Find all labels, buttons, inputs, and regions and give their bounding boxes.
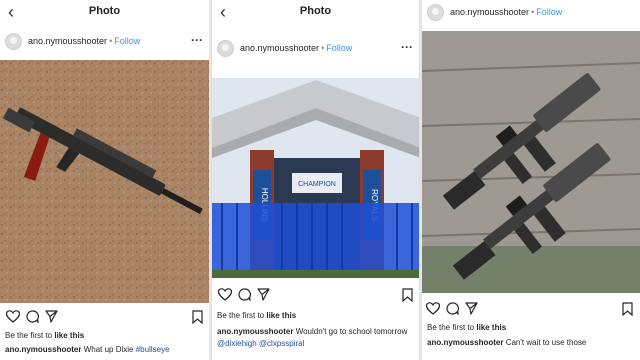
school-entrance-image: HOLLINS ROYALS CHAMPION [212,78,419,278]
caption-text: Can't wait to use those [505,338,587,347]
caption: ano.nymousshooter Can't wait to use thos… [427,337,636,349]
bookmark-icon[interactable] [192,310,203,324]
username[interactable]: ano.nymousshooter [28,36,107,46]
likes-text: Be the first to like this [217,311,297,320]
top-bar: ‹ Photo [0,0,209,24]
comment-icon[interactable] [238,288,251,301]
more-options-icon[interactable]: ··· [191,33,203,47]
caption-text: What up Dixie [83,345,136,354]
share-icon[interactable] [257,288,270,301]
caption: ano.nymousshooter What up Dixie #bullsey… [5,344,205,356]
like-link[interactable]: like this [266,311,296,320]
share-icon[interactable] [465,302,478,315]
post-panel-1: ‹ Photo ano.nymousshooter • Follow ··· B… [0,0,209,360]
likes-text: Be the first to like this [427,323,507,332]
caption-text: Wouldn't go to school tomorrow [295,327,408,336]
caption-username[interactable]: ano.nymousshooter [427,338,503,347]
post-panel-2: ‹ Photo ano.nymousshooter•Follow ··· HOL… [211,0,420,360]
caption-username[interactable]: ano.nymousshooter [5,345,81,354]
top-bar: ‹ Photo [212,0,419,24]
avatar[interactable] [217,40,234,57]
heart-icon[interactable] [426,302,440,315]
page-title: Photo [299,5,332,17]
mention-links[interactable]: @dixiehigh @clxpsspiral [217,339,304,348]
follow-button[interactable]: Follow [114,36,140,46]
caption: ano.nymousshooter Wouldn't go to school … [217,326,415,350]
post-photo[interactable] [422,31,640,293]
comment-icon[interactable] [26,310,39,323]
action-bar [0,310,209,330]
hashtag-link[interactable]: #bullseye [136,345,170,354]
post-header: ano.nymousshooter • Follow ··· [0,33,209,55]
username[interactable]: ano.nymousshooter [450,7,529,17]
post-header: ano.nymousshooter • Follow [422,4,640,26]
share-icon[interactable] [45,310,58,323]
avatar[interactable] [5,33,22,50]
sign-text: CHAMPION [298,181,336,188]
post-panel-3: ano.nymousshooter • Follow Be the first … [422,0,640,360]
rifles-on-bench-image [422,31,640,293]
heart-icon[interactable] [6,310,20,323]
action-bar [422,302,640,322]
like-link[interactable]: like this [476,323,506,332]
avatar[interactable] [427,4,444,21]
username[interactable]: ano.nymousshooter [240,43,319,53]
action-bar [212,288,419,308]
follow-button[interactable]: Follow [536,7,562,17]
bookmark-icon[interactable] [622,302,633,316]
rifle-on-gravel-image [0,60,209,303]
post-header: ano.nymousshooter • Follow ··· [212,40,419,62]
follow-button[interactable]: Follow [326,43,352,53]
post-photo[interactable]: HOLLINS ROYALS CHAMPION [212,78,419,278]
more-options-icon[interactable]: ··· [401,40,413,54]
comment-icon[interactable] [446,302,459,315]
bookmark-icon[interactable] [402,288,413,302]
caption-username[interactable]: ano.nymousshooter [217,327,293,336]
like-link[interactable]: like this [54,331,84,340]
heart-icon[interactable] [218,288,232,301]
likes-text: Be the first to like this [5,331,85,340]
page-title: Photo [88,5,121,17]
post-photo[interactable] [0,60,209,303]
